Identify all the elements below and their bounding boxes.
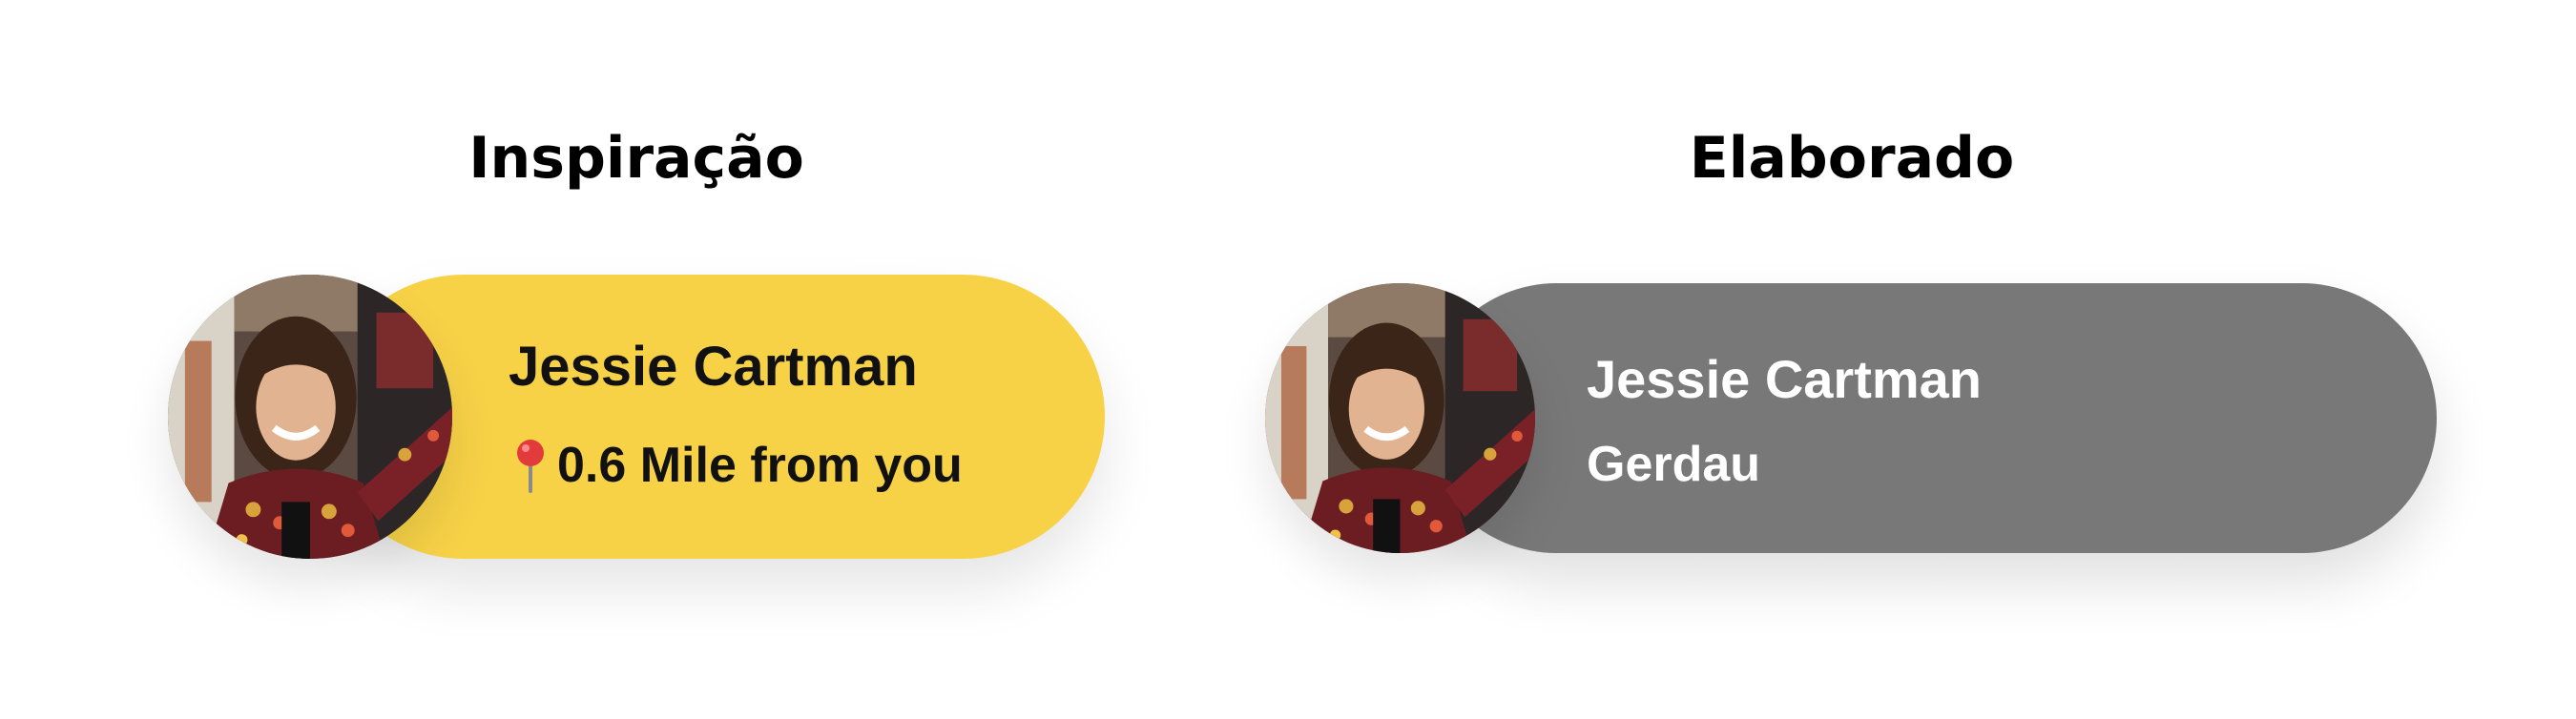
profile-card[interactable] [1422,283,2437,553]
profile-name: Jessie Cartman [509,336,918,398]
panel-title: Elaborado [1689,125,2015,192]
panel-title: Inspiração [468,125,804,192]
avatar [168,275,452,559]
profile-name: Jessie Cartman [1587,349,1983,409]
company-label: Gerdau [1587,437,1761,492]
distance-text: 0.6 Mile from you [557,438,963,493]
distance-label: 0.6 Mile from you [511,435,963,496]
pin-icon [511,438,550,493]
avatar [1265,283,1535,553]
